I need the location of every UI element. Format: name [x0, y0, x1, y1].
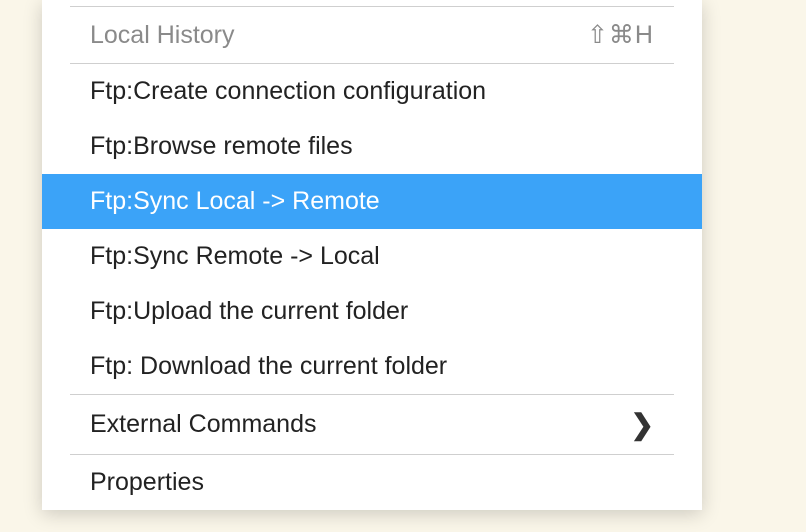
menu-item-local-history[interactable]: Local History ⇧⌘H	[42, 7, 702, 63]
menu-item-label: Ftp:Upload the current folder	[90, 297, 408, 326]
menu-item-ftp-3[interactable]: Ftp:Sync Remote -> Local	[42, 229, 702, 284]
menu-item-label: External Commands	[90, 410, 316, 439]
menu-item-properties[interactable]: Properties	[42, 455, 702, 510]
menu-item-label: Ftp:Sync Remote -> Local	[90, 242, 380, 271]
menu-item-ftp-1[interactable]: Ftp:Browse remote files	[42, 119, 702, 174]
menu-item-label: Ftp:Browse remote files	[90, 132, 353, 161]
menu-item-external-commands[interactable]: External Commands ❯	[42, 395, 702, 454]
menu-item-ftp-0[interactable]: Ftp:Create connection configuration	[42, 64, 702, 119]
menu-item-label: Properties	[90, 468, 204, 497]
menu-item-label: Ftp:Sync Local -> Remote	[90, 187, 380, 216]
menu-item-label: Ftp: Download the current folder	[90, 352, 447, 381]
menu-item-ftp-5[interactable]: Ftp: Download the current folder	[42, 339, 702, 394]
menu-item-label: Ftp:Create connection configuration	[90, 77, 486, 106]
context-menu: Local History ⇧⌘H Ftp:Create connection …	[42, 0, 702, 510]
chevron-right-icon: ❯	[631, 408, 654, 441]
keyboard-shortcut: ⇧⌘H	[587, 20, 654, 50]
menu-item-label: Local History	[90, 21, 235, 50]
menu-item-ftp-4[interactable]: Ftp:Upload the current folder	[42, 284, 702, 339]
menu-item-ftp-2[interactable]: Ftp:Sync Local -> Remote	[42, 174, 702, 229]
